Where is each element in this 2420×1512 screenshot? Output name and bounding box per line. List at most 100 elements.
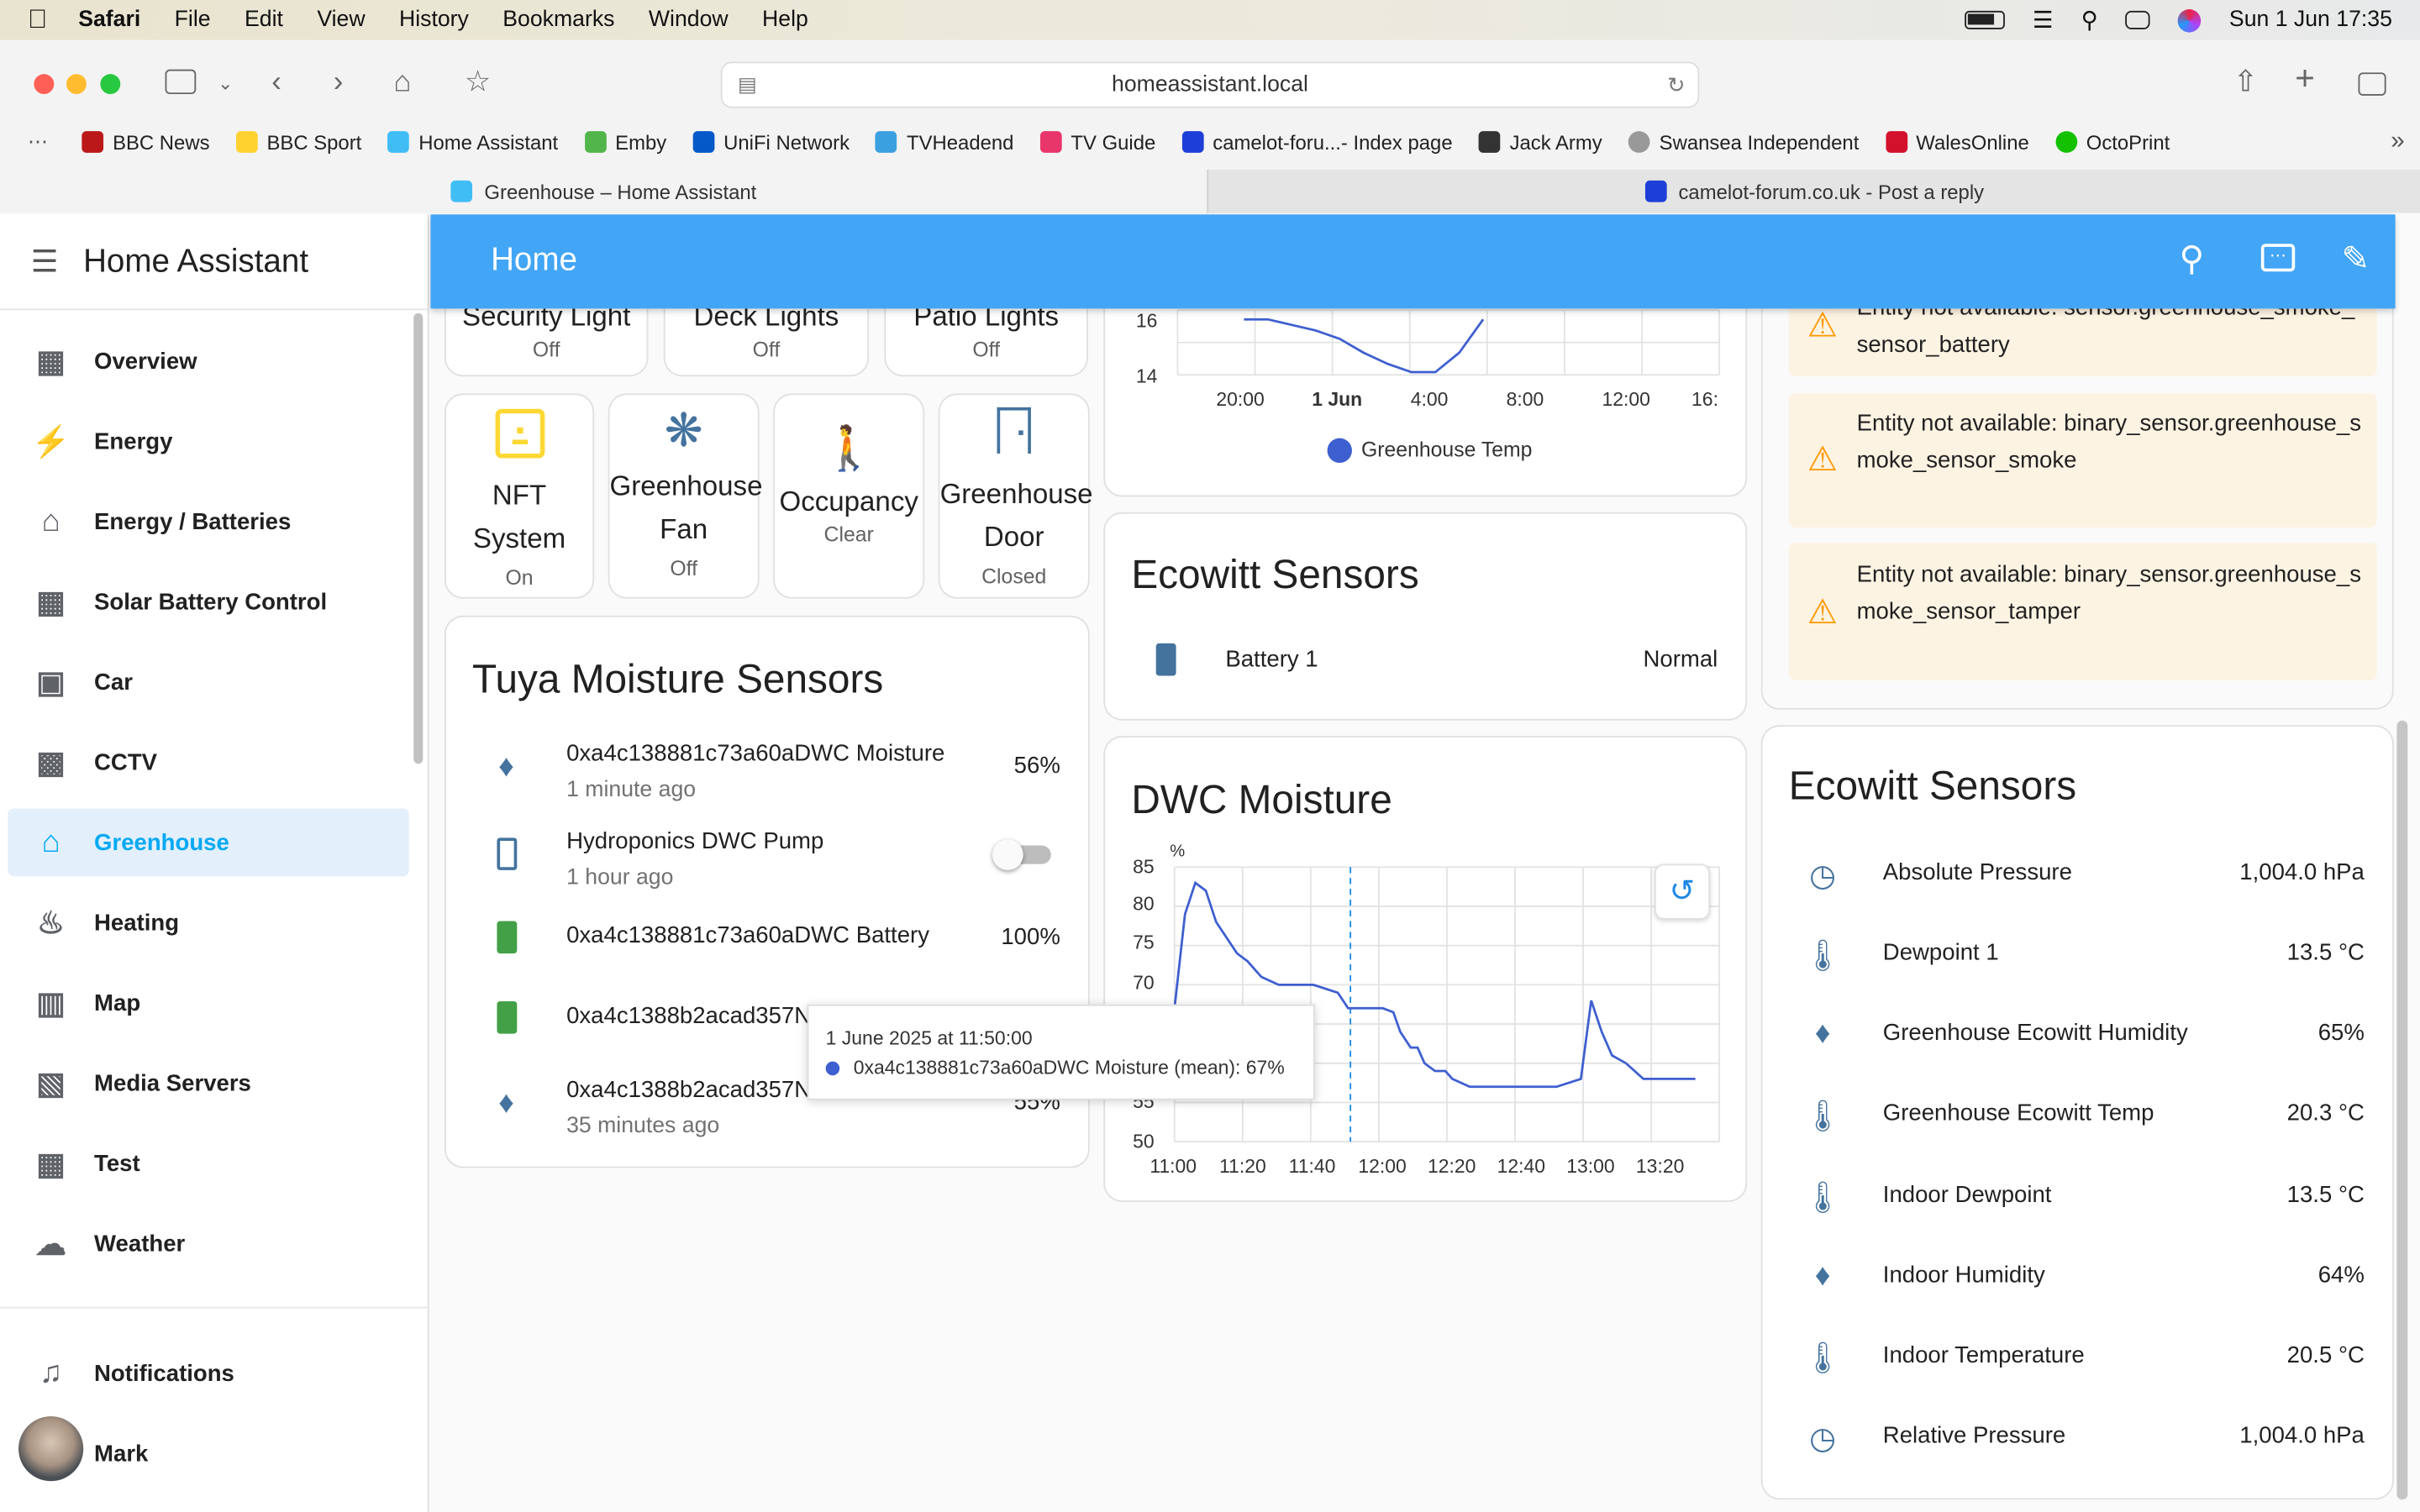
search-icon[interactable]: ⚲ [2179,239,2204,280]
sidebar-item-profile[interactable]: Mark [8,1416,409,1488]
list-item[interactable]: ♦ Greenhouse Ecowitt Humidity 65% [1763,998,2392,1072]
water-percent-icon: ♦ [1814,1258,1831,1294]
control-center-icon[interactable] [2125,10,2151,29]
sidebar-item-energy[interactable]: ⚡ Energy [8,407,409,475]
tile-security-light[interactable]: Security Light Off [444,308,649,377]
list-item[interactable]: ♦ Indoor Humidity 64% [1763,1241,2392,1315]
list-item[interactable]: ◷ Absolute Pressure 1,004.0 hPa [1763,837,2392,911]
sidebar-item-weather[interactable]: ☁ Weather [8,1210,409,1278]
url-text[interactable]: homeassistant.local [1112,72,1308,97]
tab-overview-icon[interactable] [2358,72,2386,96]
legend-label[interactable]: Greenhouse Temp [1361,439,1532,462]
sidebar-scrollbar[interactable] [413,312,424,764]
share-icon[interactable]: ⇧ [2233,67,2258,99]
temp-chart[interactable]: 16 14 20:00 1 Jun 4:00 8:00 12:00 16: Gr… [1105,308,1749,498]
bookmark-bbc-news[interactable]: BBC News [82,130,210,154]
list-item[interactable]: 🌡 Dewpoint 1 13.5 °C [1763,918,2392,992]
menu-edit[interactable]: Edit [245,8,283,32]
favorite-star-icon[interactable]: ☆ [465,67,491,99]
list-item[interactable]: 🌡 Greenhouse Ecowitt Temp 20.3 °C [1763,1079,2392,1152]
menu-view[interactable]: View [317,8,365,32]
bookmark-wales-online[interactable]: WalesOnline [1885,130,2029,154]
cellphone-icon [483,837,529,879]
assist-icon[interactable]: ⋯ [2260,244,2296,272]
list-item[interactable]: 0xa4c138881c73a60aDWC Battery 100% [446,902,1088,976]
menubar-clock[interactable]: Sun 1 Jun 17:35 [2229,8,2392,32]
menu-history[interactable]: History [399,8,469,32]
content-scrollbar[interactable] [2396,720,2408,1500]
bookmarks-overflow-icon[interactable]: » [2391,128,2404,155]
bookmark-jack-army[interactable]: Jack Army [1478,130,1602,154]
list-item[interactable]: Battery 1 Normal [1105,625,1745,699]
sidebar-item-heating[interactable]: ♨ Heating [8,889,409,957]
sidebar-item-notifications[interactable]: ♫ Notifications [8,1339,409,1407]
wifi-icon[interactable]: ☰ [2033,6,2054,34]
list-item[interactable]: Hydroponics DWC Pump 1 hour ago [446,819,1088,893]
menu-window[interactable]: Window [649,8,729,32]
bookmark-bbc-sport[interactable]: BBC Sport [235,130,361,154]
page-settings-icon[interactable]: ▤ [738,63,757,106]
back-icon[interactable]: ‹ [271,67,281,99]
tile-occupancy[interactable]: 🚶 Occupancy Clear [773,393,925,599]
tile-greenhouse-door[interactable]: Greenhouse Door Closed [938,393,1093,599]
dwc-moisture-chart[interactable]: % 85 80 75 70 55 50 11:00 11:20 11:40 12… [1105,738,1749,1204]
menu-file[interactable]: File [175,8,211,32]
bookmark-tvheadend[interactable]: TVHeadend [876,130,1013,154]
tile-nft-system[interactable]: NFT System On [444,393,595,599]
reload-icon[interactable]: ↻ [1667,63,1686,106]
sidebar-item-energy-batteries[interactable]: ⌂ Energy / Batteries [8,487,409,555]
menu-app[interactable]: Safari [78,8,140,32]
sidebar-item-car[interactable]: ▣ Car [8,648,409,716]
bookmark-unifi[interactable]: UniFi Network [692,130,850,154]
spotlight-search-icon[interactable]: ⚲ [2081,6,2098,34]
bookmark-swansea-independent[interactable]: Swansea Independent [1628,130,1859,154]
home-icon[interactable]: ⌂ [393,67,411,99]
thermometer-icon: 🌡 [1802,1181,1843,1216]
home-battery-icon: ⌂ [41,503,60,538]
list-item[interactable]: 🌡 Indoor Temperature 20.5 °C [1763,1320,2392,1394]
close-window-button[interactable] [34,74,55,95]
sidebar-item-map[interactable]: ▥ Map [8,969,409,1037]
reset-zoom-button[interactable]: ↺ [1654,864,1711,920]
sidebar-toggle-icon[interactable] [165,69,197,95]
tile-greenhouse-fan[interactable]: ❋ Greenhouse Fan Off [608,393,762,599]
battery-icon[interactable] [1965,10,2005,29]
bookmark-emby[interactable]: Emby [584,130,666,154]
sidebar-item-overview[interactable]: ▦ Overview [8,327,409,395]
apple-icon[interactable]:  [28,5,47,36]
list-item[interactable]: 🌡 Indoor Dewpoint 13.5 °C [1763,1160,2392,1234]
sidebar-item-greenhouse[interactable]: ⌂ Greenhouse [8,808,409,877]
bookmark-tv-guide[interactable]: TV Guide [1039,130,1155,154]
menu-bookmarks[interactable]: Bookmarks [502,8,614,32]
menu-help[interactable]: Help [762,8,808,32]
bookmark-octoprint[interactable]: OctoPrint [2055,130,2170,154]
menu-toggle-icon[interactable]: ☰ [31,242,59,281]
pump-toggle-switch[interactable] [992,839,1054,870]
tab-greenhouse[interactable]: Greenhouse – Home Assistant [0,170,1207,213]
bookmark-home-assistant[interactable]: Home Assistant [387,130,558,154]
sidebar-item-cctv[interactable]: ▩ CCTV [8,728,409,796]
x-tick-label: 13:20 [1636,1155,1684,1177]
forward-icon[interactable]: › [334,67,344,99]
address-bar[interactable]: ▤ homeassistant.local ↻ [720,61,1700,108]
sidebar-item-solar-battery-control[interactable]: ▦ Solar Battery Control [8,568,409,636]
zoom-window-button[interactable] [100,74,121,95]
sidebar-item-media-servers[interactable]: ▧ Media Servers [8,1049,409,1117]
list-item[interactable]: ♦ 0xa4c138881c73a60aDWC Moisture 1 minut… [446,732,1088,806]
apps-grid-icon[interactable]: ⋯ [28,129,48,154]
card-title: Ecowitt Sensors [1788,762,2077,809]
battery-full-icon [483,921,529,963]
siri-icon[interactable] [2178,8,2202,32]
list-item[interactable]: ◷ Relative Pressure 1,004.0 hPa [1763,1401,2392,1475]
tile-patio-lights[interactable]: Patio Lights Off [884,308,1088,377]
tile-deck-lights[interactable]: Deck Lights Off [663,308,870,377]
tab-camelot[interactable]: camelot-forum.co.uk - Post a reply [1207,170,2420,213]
edit-pencil-icon[interactable]: ✎ [2341,239,2370,280]
x-tick-label: 11:00 [1150,1155,1197,1177]
minimize-window-button[interactable] [66,74,87,95]
chevron-down-icon[interactable]: ⌄ [218,68,233,99]
new-tab-icon[interactable]: + [2295,61,2315,95]
sidebar-item-test[interactable]: ▦ Test [8,1129,409,1197]
bookmark-camelot-index[interactable]: camelot-foru...- Index page [1181,130,1453,154]
water-percent-icon: ♦ [498,1086,514,1121]
